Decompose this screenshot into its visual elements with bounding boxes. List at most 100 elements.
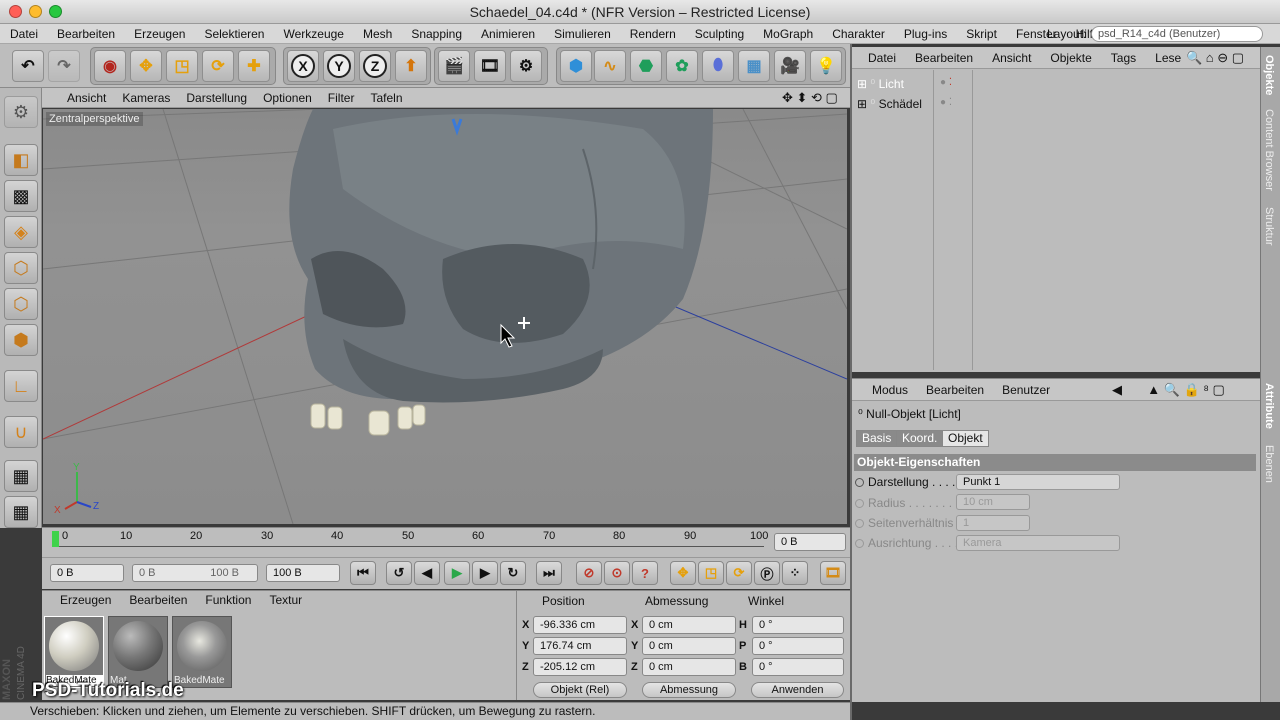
select-icon[interactable]: ◉: [94, 50, 126, 82]
object-menu-datei[interactable]: Datei: [856, 51, 903, 65]
current-frame-field[interactable]: 0 B: [774, 533, 846, 551]
camera-icon[interactable]: 🎥: [774, 50, 806, 82]
key-rotation-icon[interactable]: ⟳: [726, 561, 752, 585]
key-scale-icon[interactable]: ◳: [698, 561, 724, 585]
coordinate-system-icon[interactable]: ⬆: [395, 50, 427, 82]
animate-dot-icon[interactable]: [855, 478, 864, 487]
go-to-end-icon[interactable]: ⏭: [536, 561, 562, 585]
menu-rendern[interactable]: Rendern: [620, 27, 685, 41]
visibility-dots-icon[interactable]: ● ⁚: [940, 97, 952, 108]
end-frame-field[interactable]: 100 B: [266, 564, 340, 582]
animate-dot-icon[interactable]: [855, 499, 864, 508]
edges-mode-icon[interactable]: ⬡: [4, 288, 38, 320]
menu-werkzeuge[interactable]: Werkzeuge: [273, 27, 352, 41]
angle-p-field[interactable]: 0 °: [752, 637, 844, 655]
timeline-playhead[interactable]: [52, 531, 59, 547]
z-axis-icon[interactable]: Z: [359, 50, 391, 82]
tab-basis[interactable]: Basis: [856, 430, 898, 447]
object-menu-objekte[interactable]: Objekte: [1038, 51, 1098, 65]
radius-field[interactable]: 10 cm: [956, 494, 1030, 510]
attribute-navigation-icon[interactable]: ◀ ▲ 🔍 🔒 ⁸ ▢: [1112, 382, 1225, 398]
next-frame-icon[interactable]: ▶: [472, 561, 498, 585]
minimize-window-button[interactable]: [29, 5, 42, 18]
aspect-ratio-field[interactable]: 1: [956, 515, 1030, 531]
menu-mograph[interactable]: MoGraph: [753, 27, 822, 41]
menu-simulieren[interactable]: Simulieren: [544, 27, 620, 41]
menu-animieren[interactable]: Animieren: [471, 27, 544, 41]
viewport-menu-tafeln[interactable]: Tafeln: [361, 91, 409, 105]
material-swatch[interactable]: BakedMate: [172, 616, 232, 688]
material-menu-erzeugen[interactable]: Erzeugen: [50, 593, 119, 607]
size-x-field[interactable]: 0 cm: [642, 616, 736, 634]
object-menu-tags[interactable]: Tags: [1099, 51, 1143, 65]
visibility-dots-icon[interactable]: ● ⁚: [940, 77, 952, 88]
animate-dot-icon[interactable]: [855, 539, 864, 548]
material-swatch[interactable]: Mat: [108, 616, 168, 688]
polygons-mode-icon[interactable]: ⬢: [4, 324, 38, 356]
size-y-field[interactable]: 0 cm: [642, 637, 736, 655]
ausrichtung-dropdown[interactable]: Kamera: [956, 535, 1120, 551]
magnet-icon[interactable]: ∪: [4, 416, 38, 448]
object-row-licht[interactable]: ⊞ ⁰ Licht: [857, 77, 904, 91]
viewport-menu-ansicht[interactable]: Ansicht: [58, 91, 113, 105]
key-parameter-icon[interactable]: Ⓟ: [754, 561, 780, 585]
object-manager-tools-icon[interactable]: 🔍 ⌂ ⊖ ▢: [1186, 50, 1244, 66]
expand-icon[interactable]: ⊞: [857, 77, 867, 91]
size-mode-dropdown[interactable]: Abmessung: [642, 682, 736, 698]
menu-charakter[interactable]: Charakter: [822, 27, 894, 41]
autokey-icon[interactable]: ⊙: [604, 561, 630, 585]
menu-datei[interactable]: Datei: [0, 27, 47, 41]
3d-viewport[interactable]: Y X Z Zentralperspektive: [43, 109, 847, 524]
grid-lock-icon[interactable]: ▦: [4, 460, 38, 492]
viewport-navigation-icon[interactable]: ✥ ⬍ ⟲ ▢: [782, 90, 838, 106]
expand-icon[interactable]: ⊞: [857, 97, 867, 111]
record-icon[interactable]: ⊘: [576, 561, 602, 585]
play-icon[interactable]: ▶: [444, 561, 470, 585]
next-key-icon[interactable]: ↻: [500, 561, 526, 585]
array-icon[interactable]: ✿: [666, 50, 698, 82]
keyframe-selection-icon[interactable]: ?: [632, 561, 658, 585]
rotate-icon[interactable]: ⟳: [202, 50, 234, 82]
live-select-icon[interactable]: ✚: [238, 50, 270, 82]
angle-h-field[interactable]: 0 °: [752, 616, 844, 634]
viewport-menu-darstellung[interactable]: Darstellung: [177, 91, 254, 105]
attribute-menu-modus[interactable]: Modus: [852, 383, 914, 397]
menu-bearbeiten[interactable]: Bearbeiten: [47, 27, 124, 41]
object-menu-bearbeiten[interactable]: Bearbeiten: [903, 51, 980, 65]
apply-button[interactable]: Anwenden: [751, 682, 844, 698]
scale-icon[interactable]: ◳: [166, 50, 198, 82]
move-icon[interactable]: ✥: [130, 50, 162, 82]
tab-koord[interactable]: Koord.: [896, 430, 944, 447]
viewport-menu-kameras[interactable]: Kameras: [113, 91, 177, 105]
coordinate-mode-dropdown[interactable]: Objekt (Rel): [533, 682, 627, 698]
render-settings-icon[interactable]: ⚙: [510, 50, 542, 82]
make-editable-icon[interactable]: ⚙: [4, 96, 38, 128]
workplane-icon[interactable]: ◈: [4, 216, 38, 248]
key-position-icon[interactable]: ✥: [670, 561, 696, 585]
animate-dot-icon[interactable]: [855, 519, 864, 528]
range-slider[interactable]: 0 B 100 B: [132, 564, 258, 582]
position-y-field[interactable]: 176.74 cm: [533, 637, 627, 655]
zoom-window-button[interactable]: [49, 5, 62, 18]
object-menu-ansicht[interactable]: Ansicht: [980, 51, 1038, 65]
menu-selektieren[interactable]: Selektieren: [194, 27, 273, 41]
x-axis-icon[interactable]: X: [287, 50, 319, 82]
texture-mode-icon[interactable]: ▩: [4, 180, 38, 212]
previous-key-icon[interactable]: ↺: [386, 561, 412, 585]
side-tab-ebenen[interactable]: Ebenen: [1263, 445, 1275, 483]
material-menu-textur[interactable]: Textur: [259, 593, 310, 607]
deformer-icon[interactable]: ⬮: [702, 50, 734, 82]
menu-mesh[interactable]: Mesh: [353, 27, 401, 41]
y-axis-icon[interactable]: Y: [323, 50, 355, 82]
spline-icon[interactable]: ∿: [594, 50, 626, 82]
cube-icon[interactable]: ⬢: [560, 50, 592, 82]
menu-snapping[interactable]: Snapping: [401, 27, 471, 41]
floor-icon[interactable]: ▦: [738, 50, 770, 82]
angle-b-field[interactable]: 0 °: [752, 658, 844, 676]
previous-frame-icon[interactable]: ◀: [414, 561, 440, 585]
position-x-field[interactable]: -96.336 cm: [533, 616, 627, 634]
menu-skript[interactable]: Skript: [956, 27, 1006, 41]
close-window-button[interactable]: [9, 5, 22, 18]
attribute-menu-bearbeiten[interactable]: Bearbeiten: [914, 383, 990, 397]
undo-icon[interactable]: ↶: [12, 50, 44, 82]
